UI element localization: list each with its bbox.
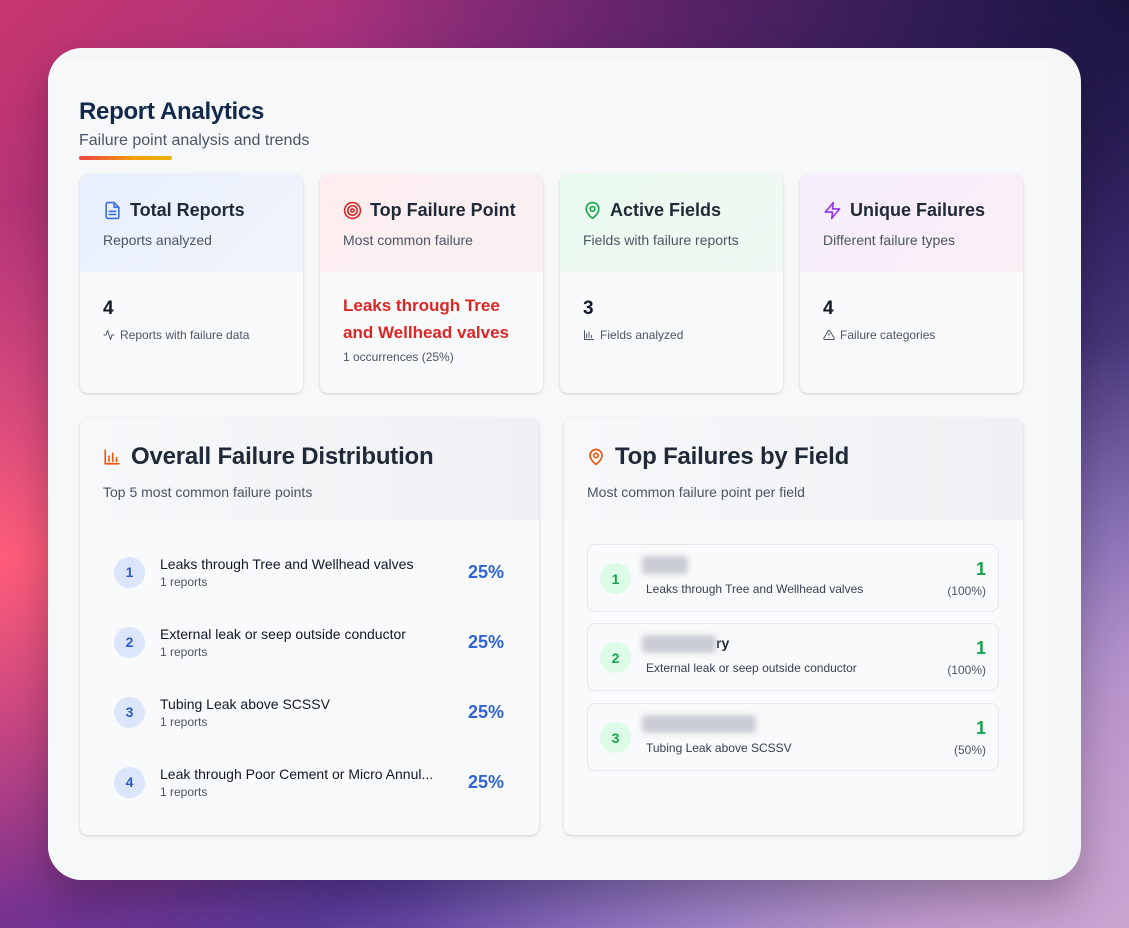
activity-icon — [103, 329, 115, 341]
list-item: 3 Tubing Leak above SCSSV 1 reports 25% — [114, 692, 504, 732]
failure-distribution-panel: Overall Failure Distribution Top 5 most … — [80, 418, 539, 835]
stat-title: Active Fields — [610, 200, 722, 220]
rank-badge: 2 — [600, 642, 631, 673]
stat-title: Unique Failures — [850, 200, 986, 220]
failure-count: 1 reports — [160, 784, 208, 799]
failure-percent: 25% — [467, 631, 504, 652]
rank-badge: 2 — [114, 626, 145, 658]
panel-title: Overall Failure Distribution — [131, 443, 434, 470]
lightning-icon — [823, 201, 842, 220]
redacted-text — [642, 635, 716, 654]
page-title: Report Analytics — [79, 98, 265, 125]
stat-value: 4 — [823, 298, 834, 319]
stat-value: Leaks through Tree and Wellhead valves — [343, 296, 509, 342]
failure-value: 1 — [975, 559, 986, 579]
stat-card-total-reports: Total Reports Reports analyzed 4 Reports… — [80, 174, 303, 393]
stat-note: Reports with failure data — [120, 328, 250, 342]
stat-card-top-failure: Top Failure Point Most common failure Le… — [320, 174, 543, 393]
stat-subtitle: Reports analyzed — [103, 232, 212, 248]
stat-subtitle: Different failure types — [823, 232, 956, 248]
stat-subtitle: Fields with failure reports — [583, 232, 739, 248]
map-pin-icon — [583, 201, 602, 220]
list-item: 4 Leak through Poor Cement or Micro Annu… — [114, 762, 504, 802]
stat-title: Total Reports — [130, 200, 245, 220]
list-item: 1 Leaks through Tree and Wellhead valves… — [114, 552, 504, 592]
redacted-text — [642, 556, 688, 575]
target-icon — [343, 201, 362, 220]
stat-note: 1 occurrences (25%) — [343, 350, 454, 364]
bar-chart-icon — [103, 448, 121, 466]
failure-percent: 25% — [467, 771, 504, 792]
stat-note: Failure categories — [840, 328, 936, 342]
failure-percent: (50%) — [953, 743, 986, 757]
rank-badge: 3 — [114, 696, 145, 728]
panel-title: Top Failures by Field — [615, 443, 850, 470]
bar-chart-icon — [583, 329, 595, 341]
field-card: 3 Tubing Leak above SCSSV 1 (50%) — [587, 703, 999, 771]
panel-subtitle: Most common failure point per field — [587, 484, 805, 500]
failure-percent: (100%) — [947, 584, 986, 598]
stat-note: Fields analyzed — [600, 328, 684, 342]
field-card: 1 Leaks through Tree and Wellhead valves… — [587, 544, 999, 612]
failure-name: Leaks through Tree and Wellhead valves — [646, 582, 864, 596]
failure-name: Tubing Leak above SCSSV — [160, 695, 330, 712]
failure-name: Tubing Leak above SCSSV — [646, 741, 792, 755]
map-pin-icon — [587, 448, 605, 466]
stat-title: Top Failure Point — [370, 200, 516, 220]
warning-icon — [823, 329, 835, 341]
title-accent-bar — [79, 156, 172, 160]
stat-card-unique-failures: Unique Failures Different failure types … — [800, 174, 1023, 393]
rank-badge: 3 — [600, 722, 631, 753]
app-window: Report Analytics Failure point analysis … — [48, 48, 1081, 880]
field-name — [642, 556, 688, 576]
top-failures-by-field-panel: Top Failures by Field Most common failur… — [564, 418, 1023, 835]
stat-value: 3 — [583, 298, 594, 319]
content-area: Report Analytics Failure point analysis … — [48, 60, 1048, 880]
failure-count: 1 reports — [160, 574, 208, 589]
rank-badge: 1 — [114, 556, 145, 588]
failure-count: 1 reports — [160, 644, 208, 659]
page-subtitle: Failure point analysis and trends — [79, 132, 310, 149]
failure-value: 1 — [975, 638, 986, 658]
failure-percent: (100%) — [947, 663, 986, 677]
list-item: 2 External leak or seep outside conducto… — [114, 622, 504, 662]
stat-value: 4 — [103, 298, 114, 319]
failure-percent: 25% — [467, 561, 504, 582]
field-name — [642, 715, 756, 735]
failure-percent: 25% — [467, 701, 504, 722]
failure-name: External leak or seep outside conductor — [646, 661, 857, 675]
failure-value: 1 — [975, 718, 986, 738]
failure-name: External leak or seep outside conductor — [160, 625, 406, 642]
field-name: ry — [642, 635, 729, 655]
redacted-text — [642, 715, 756, 734]
stat-card-active-fields: Active Fields Fields with failure report… — [560, 174, 783, 393]
page-header: Report Analytics Failure point analysis … — [79, 98, 309, 160]
stat-subtitle: Most common failure — [343, 232, 473, 248]
failure-count: 1 reports — [160, 714, 208, 729]
failure-name: Leak through Poor Cement or Micro Annul.… — [160, 765, 434, 782]
rank-badge: 4 — [114, 766, 145, 798]
panel-subtitle: Top 5 most common failure points — [103, 484, 313, 500]
rank-badge: 1 — [600, 563, 631, 594]
failure-name: Leaks through Tree and Wellhead valves — [160, 555, 414, 572]
field-card: 2 ry External leak or seep outside condu… — [587, 623, 999, 691]
document-icon — [103, 201, 122, 220]
